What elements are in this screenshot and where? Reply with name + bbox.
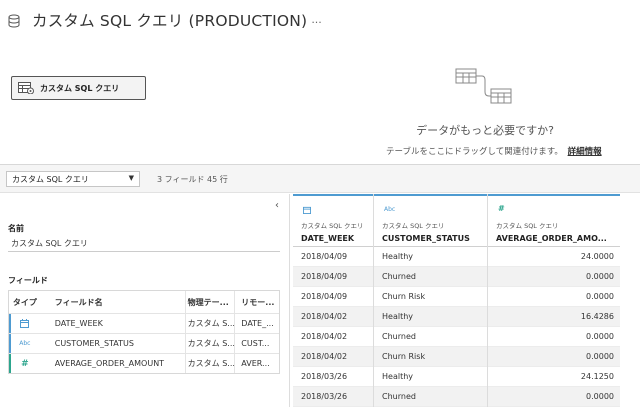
grid-column-header[interactable]: カスタム SQL クエリ DATE_WEEK [293,194,373,247]
need-more-data-text: データがもっと必要ですか? [416,124,554,137]
remote-field-name: AVER... [234,354,279,373]
grid-column-date-week: カスタム SQL クエリ DATE_WEEK 2018/04/09 2018/0… [293,194,374,407]
field-name[interactable]: DATE_WEEK [41,319,185,328]
grid-cell: 2018/04/02 [293,347,373,367]
grid-cell: 0.0000 [488,287,622,307]
grid-column-customer-status: Abc カスタム SQL クエリ CUSTOMER_STATUS Healthy… [374,194,488,407]
column-name[interactable]: CUSTOMER_STATUS [382,234,470,243]
grid-cell: 0.0000 [488,327,622,347]
calendar-icon[interactable] [20,319,30,328]
grid-scroll-area[interactable] [620,194,640,407]
field-row-count: 3 フィールド 45 行 [157,175,228,184]
column-source: カスタム SQL クエリ [301,222,364,230]
chevron-down-icon: ▼ [128,174,134,182]
calendar-icon[interactable] [303,206,311,214]
column-header-physical-table[interactable]: 物理テー... [184,291,235,313]
column-name[interactable]: AVERAGE_ORDER_AMO... [496,234,607,243]
drag-hint-text: テーブルをここにドラッグして関連付けます。 [386,147,563,157]
physical-table: カスタム S... [184,334,234,353]
column-header-remote-name[interactable]: リモー... [234,291,279,313]
grid-cell: Churned [374,387,487,407]
column-source: カスタム SQL クエリ [496,222,559,230]
grid-cell: Healthy [374,247,487,267]
fields-table: タイプ フィールド名 物理テー... リモー... DATE_WEEK カスタム… [8,290,280,374]
grid-cell: Churned [374,267,487,287]
number-hash-icon[interactable]: # [21,359,29,369]
grid-cell: 2018/03/26 [293,367,373,387]
field-name[interactable]: AVERAGE_ORDER_AMOUNT [41,359,185,368]
grid-cell: Healthy [374,367,487,387]
grid-cell: 0.0000 [488,387,622,407]
table-select-dropdown[interactable]: カスタム SQL クエリ ▼ [6,171,140,187]
name-field[interactable]: カスタム SQL クエリ [8,236,280,252]
column-name[interactable]: DATE_WEEK [301,234,354,243]
details-panel: ‹ 名前 カスタム SQL クエリ フィールド タイプ フィールド名 物理テー.… [0,194,290,407]
grid-cell: 24.1250 [488,367,622,387]
abc-string-icon[interactable]: Abc [19,340,30,347]
column-source: カスタム SQL クエリ [382,222,445,230]
more-options-icon[interactable]: ··· [311,16,322,29]
grid-column-average-order-amount: # カスタム SQL クエリ AVERAGE_ORDER_AMO... 24.0… [488,194,623,407]
database-icon [8,13,20,28]
title-row: カスタム SQL クエリ (PRODUCTION) ··· [8,8,322,32]
fields-table-header: タイプ フィールド名 物理テー... リモー... [9,291,279,313]
grid-cell: 2018/04/09 [293,267,373,287]
grid-cell: Healthy [374,307,487,327]
table-select-value: カスタム SQL クエリ [12,174,89,184]
grid-cell: 2018/04/09 [293,287,373,307]
grid-cell: Churn Risk [374,287,487,307]
table-row[interactable]: DATE_WEEK カスタム S... DATE_... [9,313,279,333]
grid-cell: 0.0000 [488,267,622,287]
custom-sql-table-icon [18,82,34,94]
logical-table-pill[interactable]: カスタム SQL クエリ [11,76,146,100]
grid-column-header[interactable]: # カスタム SQL クエリ AVERAGE_ORDER_AMO... [488,194,622,247]
grid-cell: Churned [374,327,487,347]
grid-cell: 2018/03/26 [293,387,373,407]
grid-cell: 2018/04/09 [293,247,373,267]
learn-more-link[interactable]: 詳細情報 [568,147,602,157]
field-name[interactable]: CUSTOMER_STATUS [41,339,185,348]
fields-label: フィールド [8,276,48,285]
relationship-illustration-icon [455,68,512,104]
grid-cell: 2018/04/02 [293,307,373,327]
grid-cell: 24.0000 [488,247,622,267]
number-hash-icon[interactable]: # [498,204,505,213]
data-toolbar: カスタム SQL クエリ ▼ 3 フィールド 45 行 [0,165,640,193]
grid-cell: 16.4286 [488,307,622,327]
remote-field-name: CUST... [234,334,279,353]
physical-table: カスタム S... [184,354,234,373]
drag-hint: テーブルをここにドラッグして関連付けます。 詳細情報 [386,145,602,157]
relationship-canvas[interactable]: カスタム SQL クエリ データがもっと必要ですか? テーブルをここにドラッグし… [0,40,640,164]
data-grid: カスタム SQL クエリ DATE_WEEK 2018/04/09 2018/0… [293,194,640,407]
grid-cell: 0.0000 [488,347,622,367]
grid-column-header[interactable]: Abc カスタム SQL クエリ CUSTOMER_STATUS [374,194,487,247]
abc-string-icon[interactable]: Abc [384,206,395,213]
table-row[interactable]: # AVERAGE_ORDER_AMOUNT カスタム S... AVER... [9,353,279,373]
column-header-type[interactable]: タイプ [9,291,41,313]
name-label: 名前 [8,224,24,233]
remote-field-name: DATE_... [234,314,279,333]
collapse-panel-icon[interactable]: ‹ [275,200,279,211]
grid-cell: 2018/04/02 [293,327,373,347]
physical-table: カスタム S... [184,314,234,333]
page-title: カスタム SQL クエリ (PRODUCTION) [32,12,308,30]
column-header-field-name[interactable]: フィールド名 [41,297,185,308]
grid-cell: Churn Risk [374,347,487,367]
table-pill-label: カスタム SQL クエリ [40,83,120,93]
table-row[interactable]: Abc CUSTOMER_STATUS カスタム S... CUST... [9,333,279,353]
